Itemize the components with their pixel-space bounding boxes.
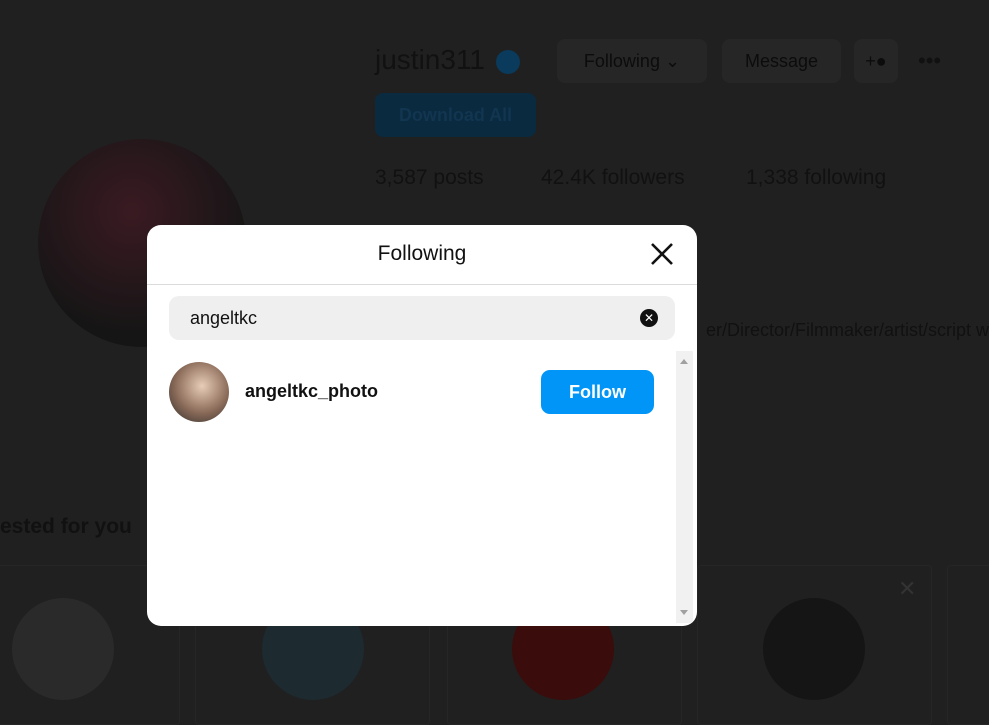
following-label: following: [804, 166, 887, 189]
scroll-down-icon[interactable]: [680, 610, 688, 615]
followers-count: 42.4K: [541, 166, 596, 189]
user-avatar[interactable]: [169, 362, 229, 422]
posts-stat: 3,587 posts: [375, 166, 484, 190]
search-field[interactable]: ✕: [169, 296, 675, 340]
suggested-avatar[interactable]: [12, 598, 114, 700]
dismiss-icon[interactable]: ✕: [898, 576, 916, 602]
followers-label: followers: [601, 166, 685, 189]
profile-username: justin311: [375, 44, 486, 75]
posts-label: posts: [433, 166, 484, 189]
list-item[interactable]: angeltkc_photo Follow: [169, 362, 654, 422]
search-input[interactable]: [169, 296, 675, 340]
user-name[interactable]: angeltkc_photo: [245, 381, 378, 402]
suggested-card[interactable]: [947, 565, 989, 725]
following-count: 1,338: [746, 166, 799, 189]
suggested-avatar[interactable]: [763, 598, 865, 700]
following-stat[interactable]: 1,338 following: [746, 166, 886, 190]
download-all-button[interactable]: Download All: [375, 93, 536, 137]
close-icon[interactable]: [649, 241, 675, 267]
posts-count: 3,587: [375, 166, 428, 189]
chevron-down-icon: ⌄: [664, 51, 681, 71]
following-label: Following: [583, 51, 660, 71]
divider: [147, 284, 697, 285]
clear-search-icon[interactable]: ✕: [640, 309, 658, 327]
modal-title: Following: [377, 242, 467, 265]
message-button[interactable]: Message: [722, 39, 841, 83]
more-options-icon[interactable]: •••: [918, 48, 941, 74]
following-button[interactable]: Following ⌄: [557, 39, 707, 83]
scrollbar[interactable]: [676, 351, 693, 623]
following-modal: Following ✕ angeltkc_photo Follow: [147, 225, 697, 626]
verified-badge-icon: [496, 50, 520, 74]
scroll-up-icon[interactable]: [680, 359, 688, 364]
profile-bio: er/Director/Filmmaker/artist/script w: [706, 320, 989, 340]
follow-button[interactable]: Follow: [541, 370, 654, 414]
add-user-icon[interactable]: +●: [854, 39, 898, 83]
followers-stat[interactable]: 42.4K followers: [541, 166, 685, 190]
suggested-title: ested for you: [0, 515, 132, 538]
